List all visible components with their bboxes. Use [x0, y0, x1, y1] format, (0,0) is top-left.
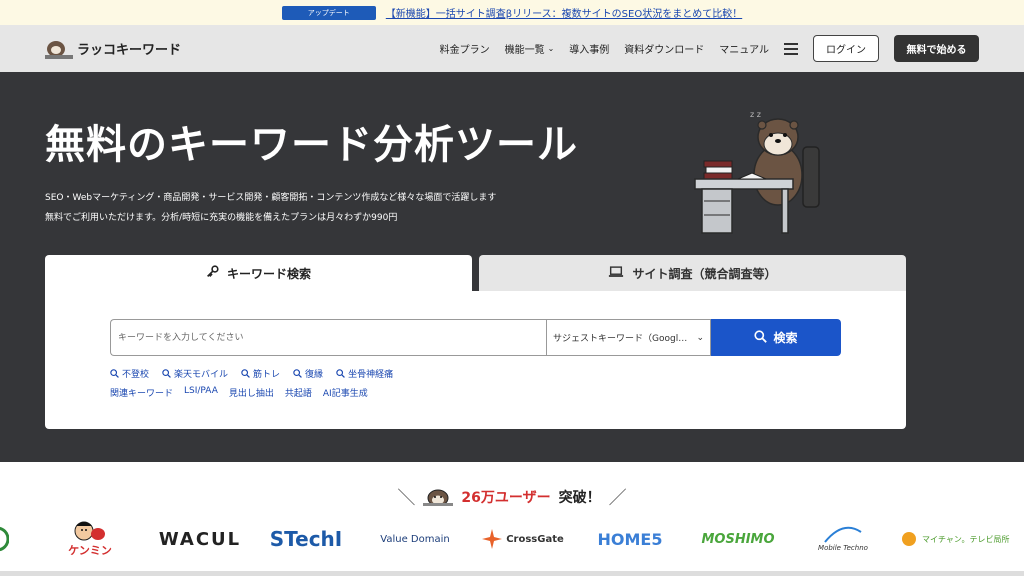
search-button-label: 検索 [773, 331, 798, 345]
site-logo[interactable]: ラッコキーワード [45, 39, 181, 59]
menu-icon[interactable] [784, 42, 798, 55]
nav-pricing[interactable]: 料金プラン [440, 41, 490, 56]
tab-keyword-search[interactable]: キーワード検索 [45, 255, 472, 291]
slash-decoration: ＼ [397, 488, 416, 509]
customer-logos: ケンミン WACUL STechI Value Domain CrossGate… [0, 517, 1024, 565]
search-tabs: キーワード検索 サイト調査（競合調査等） [45, 255, 906, 291]
stechi-logo: STechI [268, 517, 344, 561]
nav-download[interactable]: 資料ダウンロード [624, 41, 704, 56]
search-icon [336, 369, 345, 378]
value-domain-logo: Value Domain [372, 517, 458, 561]
stechi-logo-text: STechI [269, 527, 343, 551]
example-keyword[interactable]: 不登校 [110, 367, 149, 380]
main-nav: 料金プラン 機能一覧 ⌄ 導入事例 資料ダウンロード マニュアル ログイン 無料… [440, 35, 979, 62]
keyword-search-input[interactable] [110, 319, 546, 356]
search-button[interactable]: 検索 [711, 319, 841, 356]
key-icon [206, 265, 219, 281]
hero-description: SEO・Webマーケティング・商品開発・サービス開発・顧客開拓・コンテンツ作成な… [45, 188, 496, 228]
home5-logo-text: HOME5 [597, 529, 663, 549]
nav-features-label: 機能一覧 [504, 45, 545, 56]
example-keyword-label: 楽天モバイル [174, 370, 229, 380]
tool-link-related[interactable]: 関連キーワード [110, 386, 173, 399]
tool-links: 関連キーワード LSI/PAA 見出し抽出 共起語 AI記事生成 [110, 386, 368, 399]
search-panel: サジェストキーワード（Googl… ⌄ 検索 不登校 楽天モバイル 筋トレ 復縁… [45, 291, 906, 429]
example-keyword-label: 不登校 [122, 370, 150, 380]
search-icon [241, 369, 250, 378]
kenmin-logo-text: ケンミン [68, 544, 112, 557]
mobile-techno-logo-text: Mobile Techno [818, 544, 868, 552]
section-divider [0, 571, 1024, 576]
tool-link-cooccur[interactable]: 共起語 [285, 386, 312, 399]
search-row: サジェストキーワード（Googl… ⌄ 検索 [110, 319, 841, 356]
partial-logo [0, 517, 10, 561]
nav-features[interactable]: 機能一覧 ⌄ [505, 41, 555, 56]
wacul-logo: WACUL [158, 517, 242, 561]
example-keyword[interactable]: 坐骨神経痛 [336, 367, 393, 380]
announcement-link[interactable]: 【新機能】一括サイト調査βリリース：複数サイトのSEO状況をまとめて比較！ [386, 5, 742, 20]
mychan-logo: マイチャン。テレビ局所 [900, 517, 1024, 561]
laptop-icon [608, 265, 624, 281]
tab-site-audit[interactable]: サイト調査（競合調査等） [479, 255, 906, 291]
update-badge: アップデート [281, 5, 376, 20]
suggest-type-value: サジェストキーワード（Googl… [553, 334, 688, 344]
home5-logo: HOME5 [590, 517, 670, 561]
nav-cases[interactable]: 導入事例 [569, 41, 609, 56]
site-header: ラッコキーワード 料金プラン 機能一覧 ⌄ 導入事例 資料ダウンロード マニュア… [0, 25, 1024, 72]
slash-decoration: ／ [608, 488, 627, 509]
example-keyword-label: 筋トレ [253, 370, 281, 380]
search-icon [110, 369, 119, 378]
nav-manual[interactable]: マニュアル [719, 41, 769, 56]
tool-link-headings[interactable]: 見出し抽出 [229, 386, 274, 399]
otter-illustration: z z [694, 110, 820, 234]
logo-text: ラッコキーワード [77, 43, 182, 58]
chevron-down-icon: ⌄ [696, 332, 704, 343]
tab-site-label: サイト調査（競合調査等） [632, 266, 777, 281]
users-suffix: 突破！ [558, 490, 601, 506]
search-icon [293, 369, 302, 378]
svg-text:z z: z z [750, 110, 761, 119]
moshimo-logo-text: MOSHIMO [701, 531, 775, 547]
search-icon [754, 329, 768, 346]
announcement-bar: アップデート 【新機能】一括サイト調査βリリース：複数サイトのSEO状況をまとめ… [0, 0, 1024, 25]
value-domain-logo-text: Value Domain [380, 533, 450, 545]
tool-link-ai-article[interactable]: AI記事生成 [323, 386, 368, 399]
chevron-down-icon: ⌄ [547, 44, 555, 53]
moshimo-logo: MOSHIMO [696, 517, 780, 561]
hero-desc-line-1: SEO・Webマーケティング・商品開発・サービス開発・顧客開拓・コンテンツ作成な… [45, 193, 497, 203]
example-keyword[interactable]: 筋トレ [241, 367, 280, 380]
example-keyword-label: 坐骨神経痛 [348, 370, 394, 380]
wacul-logo-text: WACUL [158, 528, 242, 550]
otter-logo-icon [45, 39, 73, 59]
crossgate-logo: CrossGate [480, 517, 566, 561]
kenmin-logo: ケンミン [60, 517, 120, 561]
mychan-logo-text: マイチャン。テレビ局所 [922, 534, 1010, 544]
start-free-button[interactable]: 無料で始める [894, 35, 979, 62]
tool-link-lsi[interactable]: LSI/PAA [184, 386, 218, 399]
users-count: 26万ユーザー [461, 490, 551, 506]
login-button[interactable]: ログイン [813, 35, 879, 62]
example-keywords: 不登校 楽天モバイル 筋トレ 復縁 坐骨神経痛 [110, 367, 393, 380]
otter-small-icon [423, 489, 454, 506]
hero-section: 無料のキーワード分析ツール SEO・Webマーケティング・商品開発・サービス開発… [0, 72, 1024, 462]
hero-title: 無料のキーワード分析ツール [45, 122, 578, 168]
example-keyword[interactable]: 復縁 [293, 367, 323, 380]
hero-desc-line-2: 無料でご利用いただけます。分析/時短に充実の機能を備えたプランは月々わずか990… [45, 213, 398, 223]
users-section: ＼ 26万ユーザー 突破！ ／ ケンミン WACUL STechI Value … [0, 462, 1024, 576]
search-icon [162, 369, 171, 378]
example-keyword[interactable]: 楽天モバイル [162, 367, 228, 380]
tab-keyword-label: キーワード検索 [226, 266, 311, 281]
crossgate-logo-text: CrossGate [506, 533, 564, 545]
example-keyword-label: 復縁 [305, 370, 324, 380]
users-count-heading: ＼ 26万ユーザー 突破！ ／ [0, 484, 1024, 510]
suggest-type-select[interactable]: サジェストキーワード（Googl… ⌄ [546, 319, 711, 356]
mobile-techno-logo: Mobile Techno [808, 517, 878, 561]
